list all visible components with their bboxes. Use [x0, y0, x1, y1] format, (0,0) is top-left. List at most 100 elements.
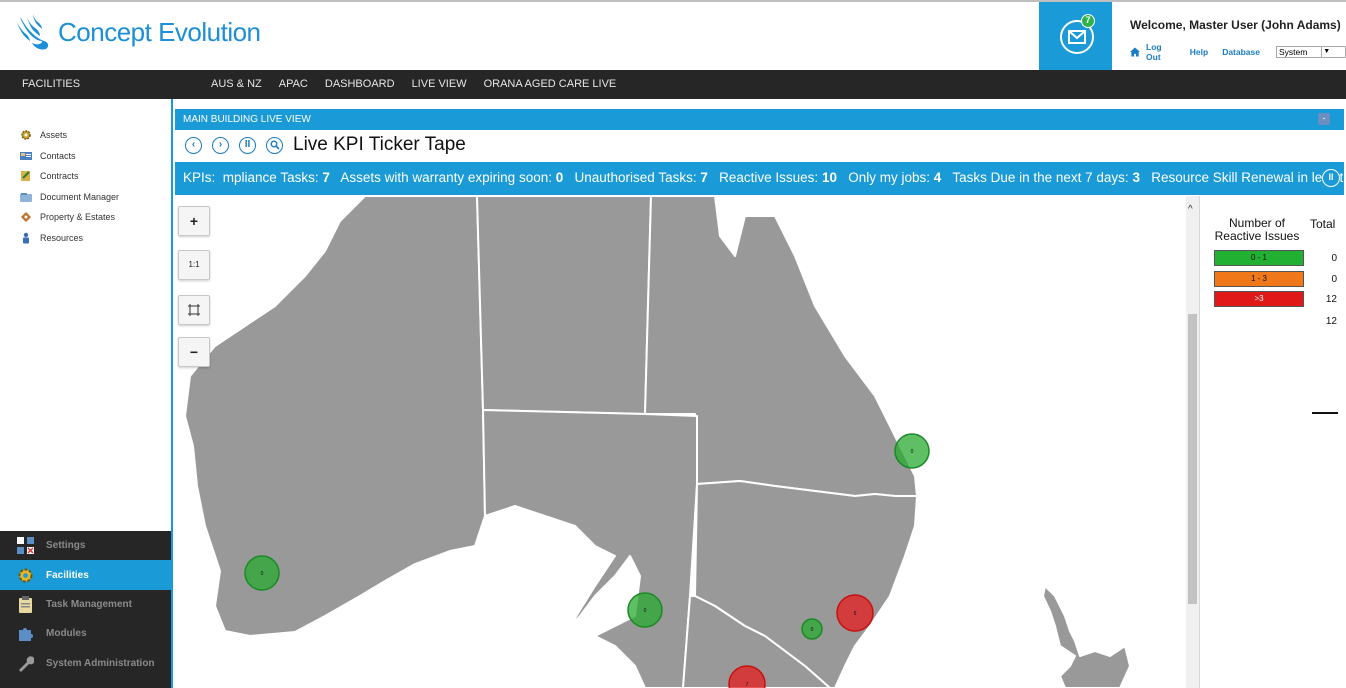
kpi-label: Unauthorised Tasks:: [574, 170, 697, 185]
map-marker-label: 5: [854, 611, 857, 617]
legend-range-red: >3: [1214, 291, 1304, 307]
sidebar-item-property-estates[interactable]: Property & Estates: [20, 207, 119, 228]
kpi-value: 7: [322, 170, 330, 185]
sidebar-item-label: Resources: [40, 232, 84, 243]
legend-range-green: 0 - 1: [1214, 250, 1304, 266]
kpi-item: Reactive Issues: 10: [719, 170, 837, 185]
map-marker-label: 0: [644, 608, 647, 614]
map-canvas: 0 0 0 0 5 7: [184, 196, 1131, 688]
legend-total-header: Total: [1310, 217, 1336, 231]
document-icon: [20, 191, 32, 203]
scroll-up-icon[interactable]: ^: [1188, 204, 1193, 215]
menu-modules[interactable]: Modules: [0, 619, 171, 648]
search-button[interactable]: [266, 136, 283, 154]
legend-total-value: 0: [1331, 274, 1337, 285]
contacts-icon: [20, 150, 32, 162]
one-to-one-button[interactable]: 1:1: [178, 250, 210, 280]
logo[interactable]: Concept Evolution: [16, 12, 261, 52]
nav-live-view[interactable]: LIVE VIEW: [412, 78, 467, 90]
sidebar-list: Assets Contacts Contracts Document Manag…: [20, 125, 119, 248]
contract-icon: [20, 170, 32, 182]
system-select[interactable]: System ▼: [1276, 46, 1346, 58]
menu-settings[interactable]: Settings: [0, 531, 171, 560]
home-icon[interactable]: [1130, 47, 1141, 57]
ticker-title: Live KPI Ticker Tape: [293, 134, 466, 155]
map-marker-label: 7: [746, 682, 749, 688]
next-button[interactable]: ›: [212, 136, 229, 154]
legend-grand-total: 12: [1325, 316, 1337, 327]
settings-icon: [17, 537, 34, 555]
menu-facilities[interactable]: Facilities: [0, 560, 171, 590]
sidebar-item-assets[interactable]: Assets: [20, 125, 119, 146]
logout-link[interactable]: Log Out: [1146, 42, 1176, 62]
legend-total-divider: [1312, 412, 1338, 414]
nav-orana-aged-care-live[interactable]: ORANA AGED CARE LIVE: [484, 78, 617, 90]
scroll-thumb[interactable]: [1188, 314, 1197, 604]
region-western-australia: [184, 196, 486, 637]
menu-label: Modules: [46, 628, 87, 640]
nav-aus-nz[interactable]: AUS & NZ: [211, 78, 262, 90]
kpi-label: Assets with warranty expiring soon:: [340, 170, 552, 185]
kpi-ticker: KPIs: mpliance Tasks: 7 Assets with warr…: [175, 162, 1344, 195]
nav-apac[interactable]: APAC: [279, 78, 308, 90]
gear-icon: [20, 129, 32, 141]
search-icon: [270, 140, 280, 150]
legend-total-value: 0: [1331, 253, 1337, 264]
sidebar-item-label: Contracts: [40, 171, 79, 182]
menu-label: Facilities: [46, 569, 89, 581]
map-marker-label: 0: [811, 627, 814, 633]
sidebar-item-resources[interactable]: Resources: [20, 228, 119, 249]
kpi-item: Only my jobs: 4: [848, 170, 941, 185]
logo-icon: [17, 14, 49, 50]
kpi-item: mpliance Tasks: 7: [223, 170, 330, 185]
ticker-pause-button[interactable]: II: [1322, 169, 1340, 187]
help-link[interactable]: Help: [1190, 47, 1208, 57]
pause-button[interactable]: II: [239, 136, 256, 154]
previous-button[interactable]: ‹: [185, 136, 202, 154]
fit-bounds-button[interactable]: [178, 295, 210, 325]
legend-panel: Number of Reactive Issues Total 0 - 1 0 …: [1199, 196, 1346, 688]
sidebar-item-document-manager[interactable]: Document Manager: [20, 187, 119, 208]
kpi-item: Resource Skill Renewal in less than 30 d…: [1151, 170, 1344, 185]
puzzle-icon: [17, 625, 34, 642]
map-scrollbar[interactable]: ^: [1186, 196, 1199, 688]
app-name: Concept Evolution: [58, 16, 261, 47]
nav-items: AUS & NZ APAC DASHBOARD LIVE VIEW ORANA …: [211, 78, 633, 90]
menu-task-management[interactable]: Task Management: [0, 590, 171, 619]
kpi-label: Only my jobs:: [848, 170, 931, 185]
person-icon: [20, 232, 32, 244]
legend-title: Number of Reactive Issues: [1214, 216, 1300, 243]
database-link[interactable]: Database: [1222, 47, 1260, 57]
nav-facilities[interactable]: FACILITIES: [22, 78, 80, 90]
legend-total-value: 12: [1325, 294, 1337, 305]
wrench-icon: [17, 655, 35, 672]
menu-label: Task Management: [46, 598, 132, 610]
ticker-content: KPIs: mpliance Tasks: 7 Assets with warr…: [183, 170, 1344, 185]
map[interactable]: 0 0 0 0 5 7 + 1:1 −: [175, 196, 1186, 688]
system-select-value: System: [1279, 47, 1308, 57]
zoom-in-button[interactable]: +: [178, 206, 210, 236]
ticker-toolbar: ‹ › II Live KPI Ticker Tape: [185, 134, 466, 156]
header: Concept Evolution 7 Welcome, Master User…: [0, 2, 1346, 70]
menu-system-administration[interactable]: System Administration: [0, 649, 171, 678]
menu-label: System Administration: [46, 657, 155, 669]
kpi-label: Tasks Due in the next 7 days:: [952, 170, 1129, 185]
kpi-label: Resource Skill Renewal in less than 30 d…: [1151, 170, 1344, 185]
map-marker-label: 0: [261, 571, 264, 577]
kpi-value: 0: [555, 170, 564, 185]
collapse-button[interactable]: -: [1318, 113, 1330, 125]
kpi-value: 4: [933, 170, 942, 185]
kpi-item: Unauthorised Tasks: 7: [575, 170, 708, 185]
ticker-prefix: KPIs:: [183, 170, 216, 185]
sidebar-item-contacts[interactable]: Contacts: [20, 146, 119, 167]
sidebar-item-contracts[interactable]: Contracts: [20, 166, 119, 187]
zoom-out-button[interactable]: −: [178, 337, 210, 367]
legend-range-label: >3: [1254, 294, 1264, 303]
mail-button[interactable]: 7: [1039, 2, 1112, 70]
nav-dashboard[interactable]: DASHBOARD: [325, 78, 395, 90]
sidebar-item-label: Assets: [40, 130, 68, 141]
sidebar: Assets Contacts Contracts Document Manag…: [0, 99, 173, 688]
kpi-value: 3: [1132, 170, 1140, 185]
sidebar-item-label: Contacts: [40, 150, 76, 161]
mail-count-badge: 7: [1081, 14, 1095, 28]
